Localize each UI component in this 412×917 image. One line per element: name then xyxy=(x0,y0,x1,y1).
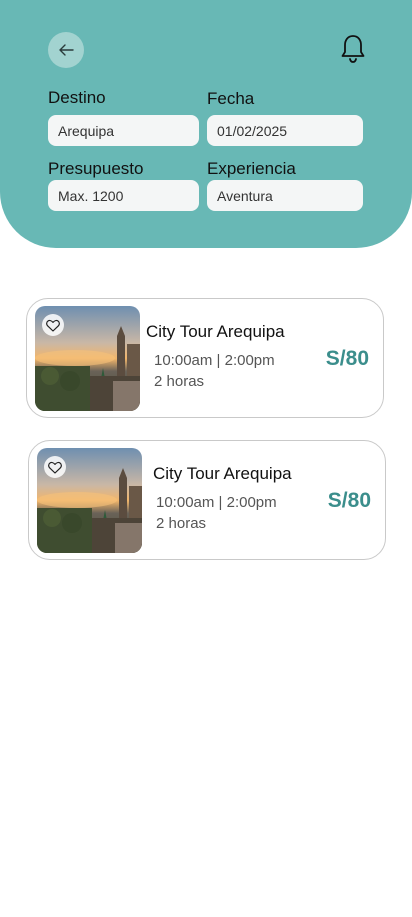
arrow-left-icon xyxy=(59,44,74,56)
bell-icon xyxy=(341,35,365,63)
header-panel: Destino Arequipa Fecha 01/02/2025 Presup… xyxy=(0,0,412,248)
favorite-button[interactable] xyxy=(42,314,64,336)
back-button[interactable] xyxy=(48,32,84,68)
fecha-label: Fecha xyxy=(207,89,255,108)
tour-title: City Tour Arequipa xyxy=(153,464,292,483)
destino-label: Destino xyxy=(48,88,106,107)
favorite-button[interactable] xyxy=(44,456,66,478)
heart-icon xyxy=(48,461,62,474)
tour-price: S/80 xyxy=(327,489,371,512)
tour-duration: 2 horas xyxy=(156,515,207,532)
tour-card[interactable]: City Tour Arequipa 10:00am | 2:00pm 2 ho… xyxy=(26,298,384,418)
tour-photo xyxy=(37,448,142,553)
heart-icon xyxy=(46,319,60,332)
experiencia-label: Experiencia xyxy=(207,159,296,178)
tour-duration: 2 horas xyxy=(154,373,205,390)
destino-field[interactable]: Arequipa xyxy=(48,115,199,146)
tour-schedule: 10:00am | 2:00pm xyxy=(154,352,275,369)
presupuesto-label: Presupuesto xyxy=(48,159,144,178)
fecha-field[interactable]: 01/02/2025 xyxy=(207,115,363,146)
tour-photo xyxy=(35,306,140,411)
tour-schedule: 10:00am | 2:00pm xyxy=(156,494,277,511)
tour-price: S/80 xyxy=(325,347,369,370)
tour-card[interactable]: City Tour Arequipa 10:00am | 2:00pm 2 ho… xyxy=(28,440,386,560)
experiencia-field[interactable]: Aventura xyxy=(207,180,363,211)
tour-title: City Tour Arequipa xyxy=(146,322,285,341)
notifications-button[interactable] xyxy=(338,33,368,65)
presupuesto-field[interactable]: Max. 1200 xyxy=(48,180,199,211)
